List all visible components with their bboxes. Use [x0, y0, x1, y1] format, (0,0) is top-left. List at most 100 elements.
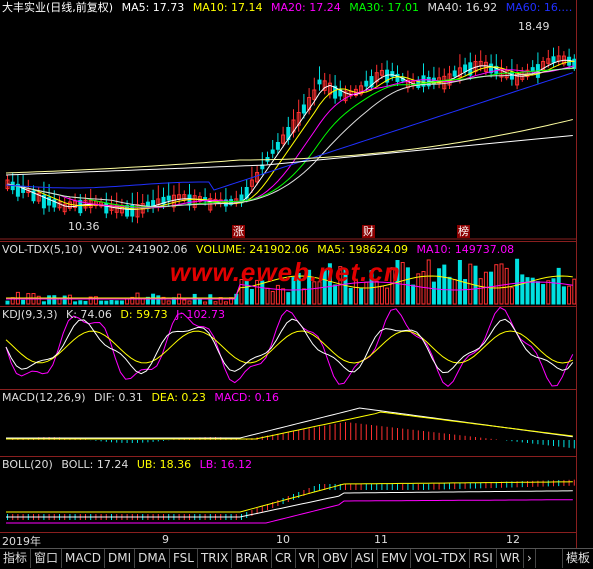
tab-macd[interactable]: MACD: [62, 549, 106, 568]
volume-bar: [457, 260, 462, 305]
tab-trix[interactable]: TRIX: [198, 549, 233, 568]
volume-bar: [119, 300, 124, 305]
volume-bar: [109, 300, 114, 305]
vol-ma5-label: MA5: 198624.09: [317, 243, 408, 256]
kdj-j-label: J: 102.73: [176, 308, 226, 321]
volume-bar: [442, 264, 447, 305]
volume-bar: [515, 258, 520, 305]
macd-panel[interactable]: MACD(12,26,9) DIF: 0.31 DEA: 0.23 MACD: …: [0, 389, 576, 456]
ma20-label: MA20: 17.24: [271, 1, 341, 14]
volume-bar: [426, 259, 431, 305]
volume-bar: [520, 274, 525, 305]
vol-ma10-label: MA10: 149737.08: [416, 243, 515, 256]
volume-bar: [431, 281, 436, 305]
volume-bar: [270, 290, 275, 305]
candle-body: [390, 71, 395, 77]
watermark-text: www.eweb.net.cn: [170, 257, 401, 287]
tab-cr[interactable]: CR: [272, 549, 296, 568]
date-label: 10: [276, 533, 290, 546]
boll-middle-band: [6, 490, 573, 518]
candle-body: [125, 205, 130, 217]
tab-dmi[interactable]: DMI: [105, 549, 136, 568]
right-price-axis: [576, 0, 593, 548]
volume-bar: [385, 287, 390, 305]
boll-mid-label: BOLL: 17.24: [61, 458, 129, 471]
price-panel[interactable]: 大丰实业(日线,前复权) MA5: 17.73 MA10: 17.14 MA20…: [0, 0, 576, 240]
tab-emv[interactable]: EMV: [378, 549, 412, 568]
kdj-indicator-label[interactable]: KDJ(9,3,3): [2, 308, 58, 321]
volume-bar: [114, 300, 119, 305]
event-marker-limit-up[interactable]: 涨: [232, 225, 245, 238]
tab-dma[interactable]: DMA: [135, 549, 170, 568]
price-chart[interactable]: [0, 0, 576, 240]
ma10-label: MA10: 17.14: [192, 1, 263, 14]
tab-vr[interactable]: VR: [296, 549, 320, 568]
volume-bar: [47, 295, 52, 305]
volume-bar: [5, 300, 10, 305]
volume-bar: [499, 263, 504, 305]
ma5-label: MA5: 17.73: [121, 1, 185, 14]
candle-body: [270, 149, 275, 154]
macd-dif-line: [6, 407, 573, 439]
volume-bar: [437, 268, 442, 305]
volume-bar: [301, 288, 306, 305]
tab-rsi[interactable]: RSI: [470, 549, 497, 568]
candle-body: [364, 80, 369, 87]
volume-bar: [223, 301, 228, 305]
volume-bar: [83, 300, 88, 305]
indicator-tab-bar: 指标 窗口 MACD DMI DMA FSL TRIX BRAR CR VR O…: [0, 548, 593, 569]
candle-body: [452, 70, 457, 77]
kdj-header: KDJ(9,3,3) K: 74.06 D: 59.73 J: 102.73: [2, 308, 230, 321]
volume-bar: [78, 300, 83, 305]
price-header: 大丰实业(日线,前复权) MA5: 17.73 MA10: 17.14 MA20…: [2, 1, 577, 14]
volume-bar: [416, 273, 421, 305]
volume-bar: [405, 267, 410, 305]
tab-brar[interactable]: BRAR: [232, 549, 273, 568]
tab-asi[interactable]: ASI: [352, 549, 379, 568]
tab-indicator[interactable]: 指标: [0, 549, 32, 568]
vol-indicator-label[interactable]: VOL-TDX(5,10): [2, 243, 83, 256]
tab-template[interactable]: 模板: [561, 549, 593, 568]
candle-body: [275, 142, 280, 150]
volume-bar: [541, 284, 546, 305]
event-marker-ranking[interactable]: 榜: [457, 225, 470, 238]
volume-bar: [265, 287, 270, 305]
date-label: 2019年: [2, 535, 41, 548]
volume-bar: [556, 267, 561, 305]
macd-indicator-label[interactable]: MACD(12,26,9): [2, 391, 86, 404]
volume-bar: [447, 276, 452, 305]
candle-body: [301, 104, 306, 114]
boll-indicator-label[interactable]: BOLL(20): [2, 458, 53, 471]
kdj-k-label: K: 74.06: [66, 308, 112, 321]
volume-bar: [478, 278, 483, 305]
boll-panel[interactable]: BOLL(20) BOLL: 17.24 UB: 18.36 LB: 16.12: [0, 456, 576, 533]
boll-header: BOLL(20) BOLL: 17.24 UB: 18.36 LB: 16.12: [2, 458, 257, 471]
volume-bar: [546, 280, 551, 305]
kdj-panel[interactable]: KDJ(9,3,3) K: 74.06 D: 59.73 J: 102.73: [0, 306, 576, 389]
date-label: 11: [374, 533, 388, 546]
tab-fsl[interactable]: FSL: [170, 549, 198, 568]
boll-ub-label: UB: 18.36: [136, 458, 192, 471]
volume-bar: [41, 301, 46, 305]
tab-more-icon[interactable]: ›: [524, 549, 536, 568]
volume-bar: [213, 301, 218, 305]
volume-header: VOL-TDX(5,10) VVOL: 241902.06 VOLUME: 24…: [2, 243, 519, 256]
tab-vol-tdx[interactable]: VOL-TDX: [411, 549, 471, 568]
volume-bar: [99, 300, 104, 305]
volume-bar: [67, 294, 72, 305]
macd-value-label: MACD: 0.16: [214, 391, 280, 404]
tab-obv[interactable]: OBV: [319, 549, 352, 568]
macd-header: MACD(12,26,9) DIF: 0.31 DEA: 0.23 MACD: …: [2, 391, 284, 404]
volume-bar: [286, 292, 291, 305]
tab-window[interactable]: 窗口: [31, 549, 63, 568]
volume-bar: [57, 298, 62, 305]
event-marker-finance[interactable]: 财: [362, 225, 375, 238]
candle-body: [530, 67, 535, 72]
low-price-label: 10.36: [68, 220, 100, 233]
volume-bar: [187, 300, 192, 305]
volume-bar: [400, 262, 405, 305]
tab-wr[interactable]: WR: [497, 549, 525, 568]
volume-bar: [359, 288, 364, 305]
ma60-label: MA60: 16.…: [505, 1, 573, 14]
volume-bar: [509, 287, 514, 305]
